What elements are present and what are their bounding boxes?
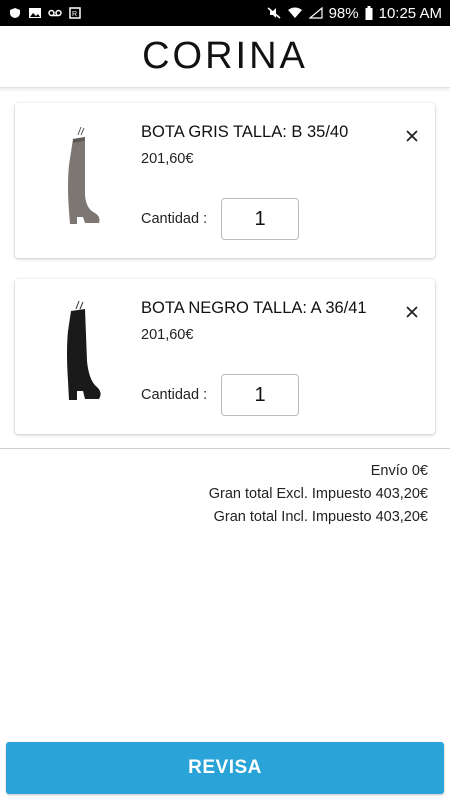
product-name: BOTA NEGRO TALLA: A 36/41 <box>141 299 367 317</box>
battery-icon <box>365 6 373 20</box>
quantity-input[interactable]: 1 <box>221 198 299 240</box>
brand-logo: CORINA <box>142 35 308 77</box>
divider <box>0 448 450 449</box>
wifi-icon <box>287 7 302 18</box>
quantity-label: Cantidad : <box>141 211 208 227</box>
clock: 10:25 AM <box>378 4 442 22</box>
shipping-total: Envío 0€ <box>370 463 428 479</box>
app-header: CORINA <box>0 26 450 88</box>
order-totals: Envío 0€ Gran total Excl. Impuesto 403,2… <box>209 460 428 529</box>
status-bar: R 98% 10:25 AM <box>0 0 450 26</box>
mute-icon <box>267 7 281 19</box>
shield-icon <box>10 8 20 18</box>
grand-total-incl-tax: Gran total Incl. Impuesto 403,20€ <box>213 509 428 525</box>
data-icon: R <box>69 7 81 19</box>
battery-percent: 98% <box>328 4 359 22</box>
signal-icon <box>308 7 323 19</box>
quantity-input[interactable]: 1 <box>221 374 299 416</box>
status-right: 98% 10:25 AM <box>267 5 442 22</box>
status-left-icons: R <box>8 7 82 19</box>
product-image-black-boot[interactable] <box>37 301 127 411</box>
quantity-label: Cantidad : <box>141 387 208 403</box>
cart-item: BOTA NEGRO TALLA: A 36/41 201,60€ Cantid… <box>15 279 435 434</box>
product-price: 201,60€ <box>141 327 194 343</box>
product-name: BOTA GRIS TALLA: B 35/40 <box>141 123 349 141</box>
product-image-grey-boot[interactable] <box>37 125 127 235</box>
review-button[interactable]: REVISA <box>6 742 444 794</box>
close-icon[interactable] <box>403 127 421 145</box>
product-price: 201,60€ <box>141 151 194 167</box>
cart-item: BOTA GRIS TALLA: B 35/40 201,60€ Cantida… <box>15 103 435 258</box>
close-icon[interactable] <box>403 303 421 321</box>
voicemail-icon <box>48 9 62 17</box>
grand-total-excl-tax: Gran total Excl. Impuesto 403,20€ <box>208 486 428 502</box>
svg-text:R: R <box>72 11 77 18</box>
image-icon <box>29 8 41 18</box>
